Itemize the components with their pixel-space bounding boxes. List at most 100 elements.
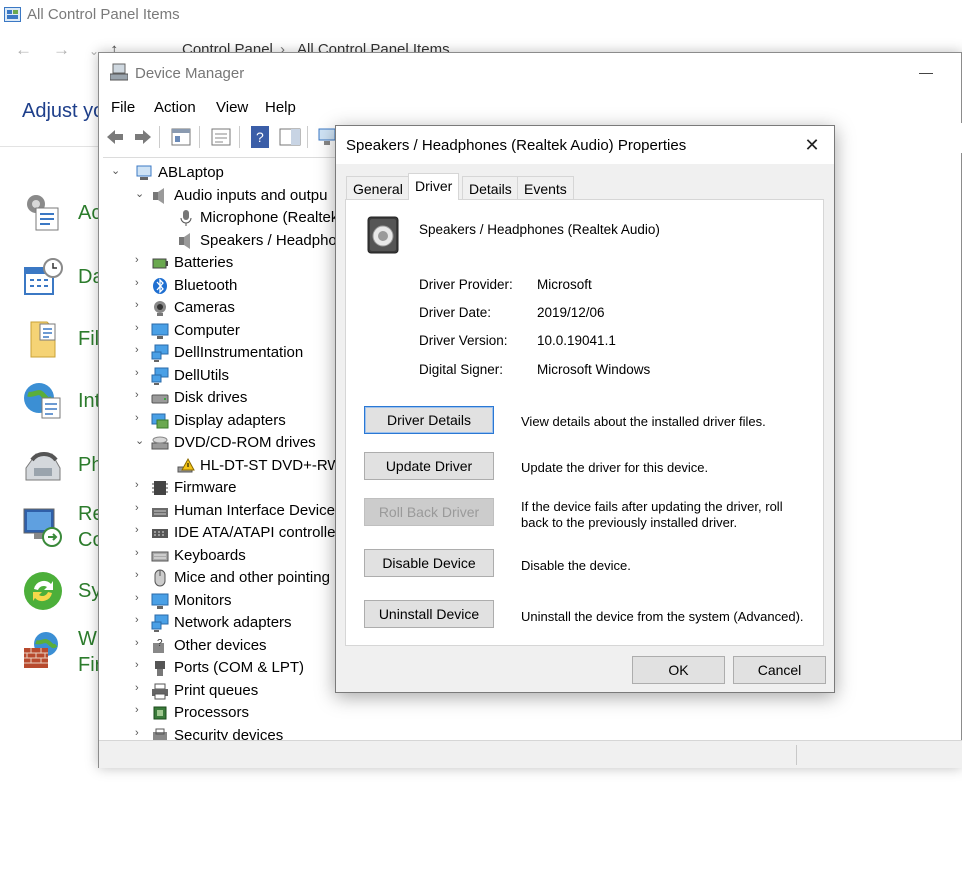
processor-icon [153,706,167,720]
properties-icon[interactable] [171,127,191,147]
scan-hardware-icon[interactable] [317,127,337,147]
keyboard-icon [151,551,169,561]
minimize-icon[interactable] [919,73,933,74]
tree-item-label: Firmware [174,479,237,496]
cp-item-sync-center[interactable]: Sy [22,570,102,620]
port-icon [155,661,165,676]
action-pane-icon[interactable] [279,127,301,147]
driver-details-desc: View details about the installed driver … [521,414,766,429]
expand-chevron-icon[interactable]: › [135,344,145,356]
expand-chevron-icon[interactable]: › [135,277,145,289]
driver-details-button[interactable]: Driver Details [364,406,494,434]
tab-driver[interactable]: Driver [408,173,460,200]
tab-general[interactable]: General [346,176,410,200]
svg-text:?: ? [157,638,163,649]
expand-chevron-icon[interactable]: › [135,637,145,649]
printer-icon [152,683,168,699]
expand-chevron-icon[interactable]: › [135,254,145,266]
driver-date-value: 2019/12/06 [537,305,605,320]
action-center-icon [27,195,59,231]
disk-icon [151,394,169,404]
expand-chevron-icon[interactable]: › [135,299,145,311]
expand-chevron-icon[interactable]: › [135,659,145,671]
speaker-icon [153,187,164,204]
device-tree: ⌄ ABLaptop ⌄ Audio inputs and outpu Microp… [103,157,343,741]
monitor-icon [151,593,169,609]
digital-signer-label: Digital Signer: [419,362,504,377]
back-icon[interactable] [105,128,125,146]
tree-item-label: Bluetooth [174,276,238,294]
expand-chevron-icon[interactable]: › [135,592,145,604]
expand-chevron-icon[interactable]: › [135,389,145,401]
ok-button[interactable]: OK [632,656,725,684]
cp-item-firewall[interactable]: Wi Fir [22,628,102,680]
expand-chevron-icon[interactable]: › [135,614,145,626]
tree-item-label: Print queues [174,681,259,699]
tree-item-label: Batteries [174,254,234,271]
tree-item-label: Ports (COM & LPT) [174,659,305,676]
control-panel-title: All Control Panel Items [27,6,180,23]
menu-view[interactable]: View [216,99,248,116]
bluetooth-icon [153,277,167,294]
file-explorer-options-icon [30,321,56,358]
driver-tab-panel: Speakers / Headphones (Realtek Audio) Dr… [345,199,824,646]
menu-action[interactable]: Action [154,99,196,116]
control-panel-icon [4,7,21,22]
close-icon[interactable]: ✕ [798,134,826,158]
properties-dialog: Speakers / Headphones (Realtek Audio) Pr… [335,125,835,693]
cp-item-file-explorer[interactable]: Fil [22,318,102,368]
expand-chevron-icon[interactable]: › [135,569,145,581]
disable-device-button[interactable]: Disable Device [364,549,494,577]
collapse-chevron-icon[interactable]: ⌄ [111,164,121,177]
expand-chevron-icon[interactable]: › [135,367,145,379]
forward-icon[interactable] [133,128,153,146]
expand-chevron-icon[interactable]: › [135,412,145,424]
collapse-chevron-icon[interactable]: ⌄ [135,434,145,447]
digital-signer-value: Microsoft Windows [537,362,651,377]
help-icon[interactable]: ? [251,126,269,148]
driver-provider-label: Driver Provider: [419,277,513,292]
cp-item-remoteapp[interactable]: Re Co [22,503,104,555]
cp-item-action-center[interactable]: Ac [22,192,102,242]
expand-chevron-icon[interactable]: › [135,322,145,334]
divider [0,146,100,147]
cp-item-date-time[interactable]: Da [22,256,104,306]
tree-item-label: Keyboards [174,546,246,564]
tree-item-label: Computer [174,321,240,339]
expand-chevron-icon[interactable]: › [135,682,145,694]
forward-arrow-icon[interactable]: → [53,40,70,60]
view-icon[interactable] [211,127,231,147]
tab-events[interactable]: Events [517,176,574,200]
expand-chevron-icon[interactable]: › [135,704,145,716]
back-arrow-icon[interactable]: ← [15,40,32,60]
computer-icon [136,165,152,180]
update-driver-button[interactable]: Update Driver [364,452,494,480]
menu-help[interactable]: Help [265,99,296,116]
firewall-icon [24,632,58,668]
cancel-button[interactable]: Cancel [733,656,826,684]
device-manager-titlebar[interactable]: Device Manager [99,53,962,91]
speaker-device-icon [367,216,399,254]
tree-item-label: DVD/CD-ROM drives [174,434,316,451]
tree-item-label: Disk drives [174,389,248,406]
menu-file[interactable]: File [111,99,135,116]
toolbar-separator [239,126,240,148]
cp-item-phone-modem[interactable]: Ph [22,444,102,494]
dialog-titlebar[interactable]: Speakers / Headphones (Realtek Audio) Pr… [336,126,834,164]
tab-details[interactable]: Details [462,176,519,200]
uninstall-device-button[interactable]: Uninstall Device [364,600,494,628]
menu-bar: File Action View Help [99,97,962,119]
cp-item-internet-options[interactable]: Int [22,380,102,430]
expand-chevron-icon[interactable]: › [135,524,145,536]
monitor-icon [151,323,169,339]
expand-chevron-icon[interactable]: › [135,727,145,739]
disable-device-desc: Disable the device. [521,558,631,573]
svg-text:?: ? [256,129,264,145]
collapse-chevron-icon[interactable]: ⌄ [135,187,145,200]
expand-chevron-icon[interactable]: › [135,502,145,514]
tree-item-label: Monitors [174,591,232,609]
expand-chevron-icon[interactable]: › [135,547,145,559]
tree-item-label: Microphone (Realtek [200,209,339,226]
roll-back-driver-button: Roll Back Driver [364,498,494,526]
expand-chevron-icon[interactable]: › [135,479,145,491]
